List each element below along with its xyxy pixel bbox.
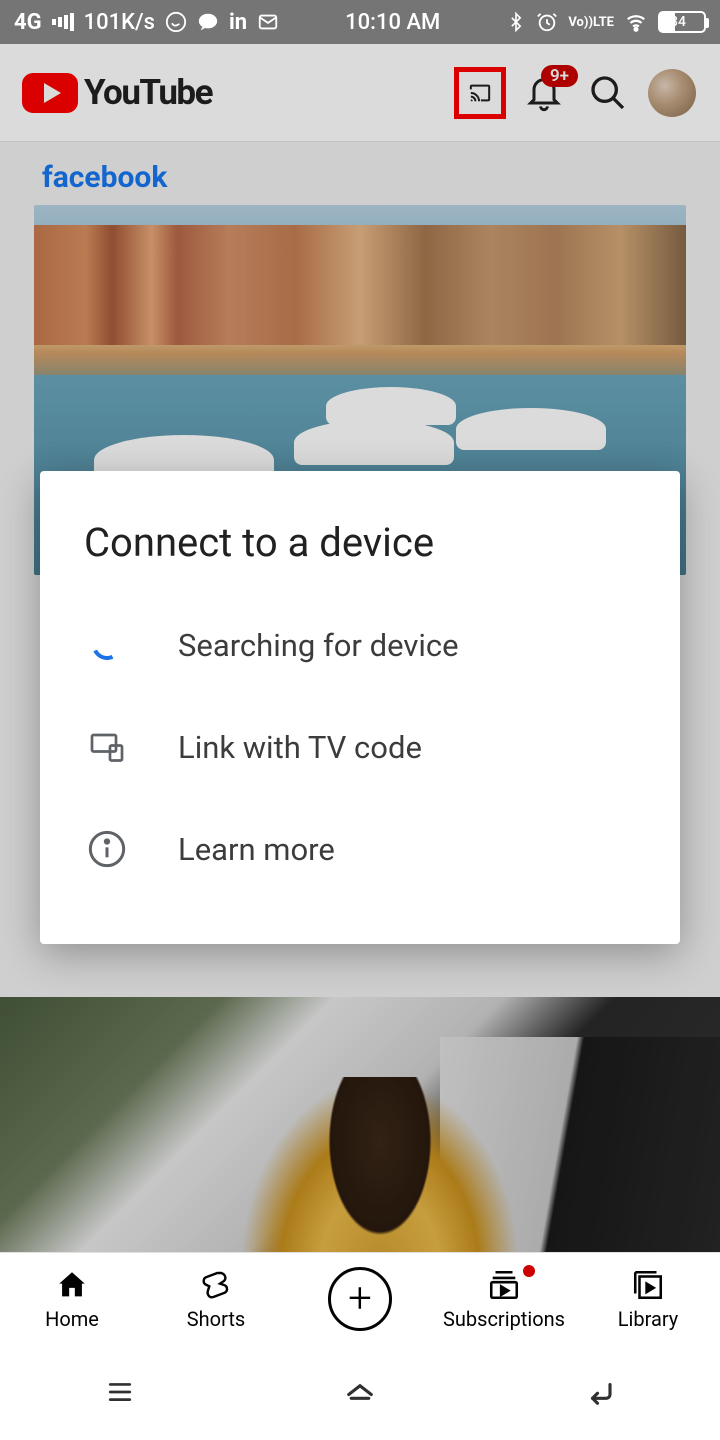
- chat-icon: [197, 11, 219, 33]
- back-button[interactable]: [570, 1372, 630, 1412]
- system-nav-bar: [0, 1344, 720, 1440]
- subscriptions-icon: [487, 1267, 521, 1303]
- plus-icon: +: [328, 1267, 392, 1331]
- info-icon: [87, 829, 127, 869]
- bluetooth-icon: [506, 11, 526, 33]
- bottom-nav: Home Shorts + Subscriptions Library: [0, 1252, 720, 1344]
- searching-row: Searching for device: [40, 594, 680, 696]
- home-button[interactable]: [330, 1372, 390, 1412]
- home-icon: [55, 1267, 89, 1303]
- linkedin-icon: in: [229, 10, 247, 35]
- nav-home-label: Home: [45, 1307, 99, 1331]
- battery-icon: 34: [658, 11, 706, 33]
- nav-subscriptions[interactable]: Subscriptions: [439, 1267, 569, 1331]
- link-tv-code-button[interactable]: Link with TV code: [40, 696, 680, 798]
- learn-more-button[interactable]: Learn more: [40, 798, 680, 900]
- nav-create[interactable]: +: [295, 1267, 425, 1331]
- signal-icon: [52, 12, 74, 32]
- nav-library-label: Library: [618, 1307, 679, 1331]
- status-bar: 4G 101K/s in 10:10 AM Vo))LTE 34: [0, 0, 720, 44]
- whatsapp-icon: [165, 11, 187, 33]
- mail-icon: [257, 11, 279, 33]
- nav-library[interactable]: Library: [583, 1267, 713, 1331]
- dialog-title: Connect to a device: [40, 519, 680, 594]
- spinner-icon: [88, 626, 126, 664]
- subscriptions-dot: [523, 1265, 535, 1277]
- network-speed: 101K/s: [84, 10, 155, 35]
- searching-label: Searching for device: [178, 627, 459, 664]
- alarm-icon: [536, 11, 558, 33]
- nav-home[interactable]: Home: [7, 1267, 137, 1331]
- link-tv-label: Link with TV code: [178, 729, 422, 766]
- recent-apps-button[interactable]: [90, 1372, 150, 1412]
- cast-dialog: Connect to a device Searching for device…: [40, 471, 680, 944]
- status-time: 10:10 AM: [345, 10, 440, 35]
- shorts-icon: [200, 1267, 232, 1303]
- wifi-icon: [624, 11, 648, 33]
- network-type: 4G: [14, 10, 42, 35]
- nav-shorts[interactable]: Shorts: [151, 1267, 281, 1331]
- volte-icon: Vo))LTE: [568, 17, 614, 28]
- tv-devices-icon: [85, 729, 129, 765]
- nav-shorts-label: Shorts: [187, 1307, 245, 1331]
- library-icon: [631, 1267, 665, 1303]
- nav-subscriptions-label: Subscriptions: [443, 1307, 565, 1331]
- learn-more-label: Learn more: [178, 831, 335, 868]
